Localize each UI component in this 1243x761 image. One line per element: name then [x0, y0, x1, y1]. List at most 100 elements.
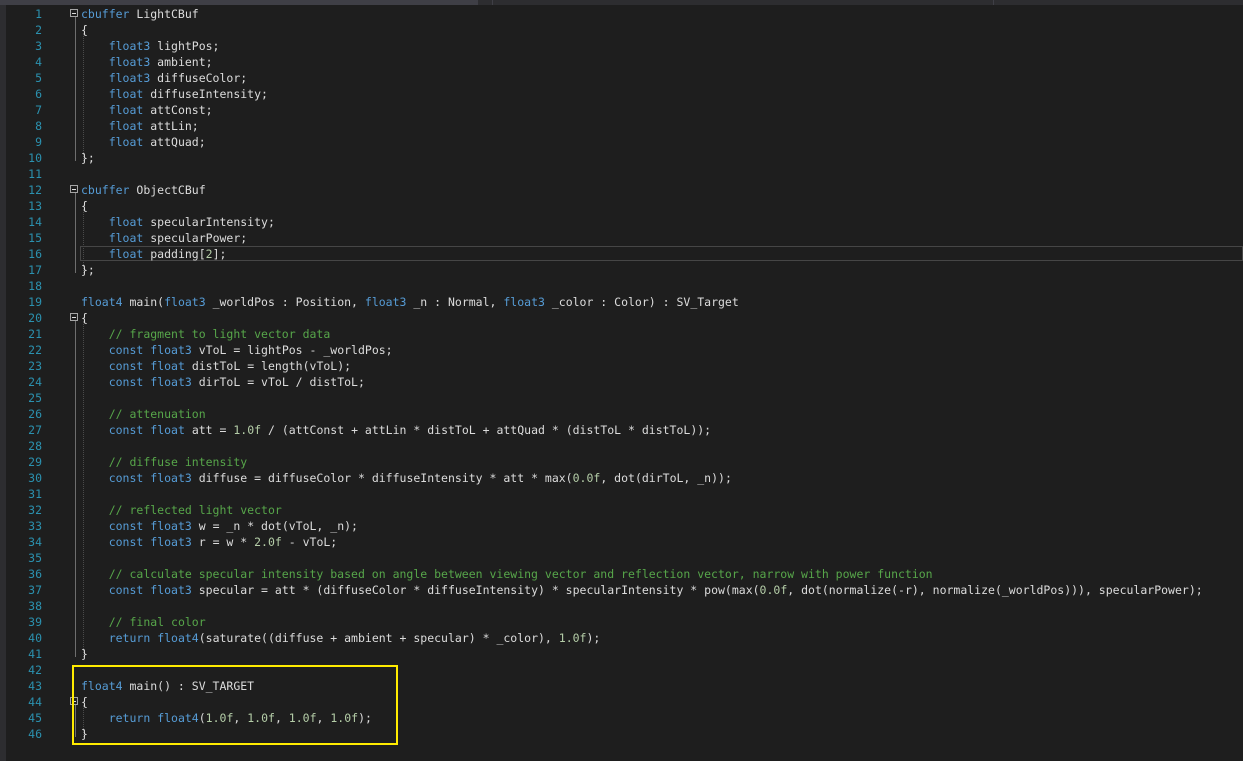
keyword-token: const — [108, 535, 144, 549]
keyword-token: float3 — [503, 295, 545, 309]
code-line[interactable]: 25 — [6, 390, 1243, 406]
number-token: 2.0f — [254, 535, 282, 549]
code-line[interactable]: 15 float specularPower; — [6, 230, 1243, 246]
code-text: // fragment to light vector data — [81, 326, 331, 342]
code-line[interactable]: 29 // diffuse intensity — [6, 454, 1243, 470]
tab-other-file[interactable] — [492, 0, 994, 5]
text-token: ]; — [212, 247, 227, 261]
keyword-token: float — [150, 423, 185, 437]
keyword-token: float — [150, 359, 185, 373]
code-text: const float3 specular = att * (diffuseCo… — [81, 582, 1203, 598]
code-line[interactable]: 14 float specularIntensity; — [6, 214, 1243, 230]
text-token: att = — [184, 423, 234, 437]
line-number: 14 — [28, 215, 42, 229]
keyword-token: float3 — [150, 535, 192, 549]
line-number: 38 — [28, 599, 42, 613]
code-line[interactable]: 10}; — [6, 150, 1243, 166]
collapse-icon[interactable] — [70, 9, 78, 17]
code-line[interactable]: 22 const float3 vToL = lightPos - _world… — [6, 342, 1243, 358]
collapse-icon[interactable] — [70, 185, 78, 193]
line-number: 32 — [28, 503, 42, 517]
code-line[interactable]: 3 float3 lightPos; — [6, 38, 1243, 54]
code-line[interactable]: 33 const float3 w = _n * dot(vToL, _n); — [6, 518, 1243, 534]
line-number: 27 — [28, 423, 42, 437]
code-line[interactable]: 30 const float3 diffuse = diffuseColor *… — [6, 470, 1243, 486]
code-text: const float att = 1.0f / (attConst + att… — [81, 422, 711, 438]
line-number: 4 — [35, 55, 42, 69]
comment-token: // diffuse intensity — [108, 455, 248, 469]
code-line[interactable]: 35 — [6, 550, 1243, 566]
code-text: // reflected light vector — [81, 502, 282, 518]
keyword-token: float — [108, 119, 144, 133]
code-text: // calculate specular intensity based on… — [81, 566, 933, 582]
code-line[interactable]: 11 — [6, 166, 1243, 182]
code-line[interactable]: 27 const float att = 1.0f / (attConst + … — [6, 422, 1243, 438]
code-line[interactable]: 28 — [6, 438, 1243, 454]
code-line[interactable]: 40 return float4(saturate((diffuse + amb… — [6, 630, 1243, 646]
code-line[interactable]: 9 float attQuad; — [6, 134, 1243, 150]
tab-bar — [0, 0, 1243, 5]
code-line[interactable]: 41} — [6, 646, 1243, 662]
code-line[interactable]: 38 — [6, 598, 1243, 614]
code-line[interactable]: 39 // final color — [6, 614, 1243, 630]
code-line[interactable]: 17}; — [6, 262, 1243, 278]
comment-token: // attenuation — [108, 407, 206, 421]
code-text: cbuffer LightCBuf — [81, 6, 199, 22]
line-number: 46 — [28, 727, 42, 741]
code-line[interactable]: 20 { — [6, 310, 1243, 326]
keyword-token: const — [108, 519, 144, 533]
code-line[interactable]: 5 float3 diffuseColor; — [6, 70, 1243, 86]
code-line[interactable]: 32 // reflected light vector — [6, 502, 1243, 518]
code-line[interactable]: 23 const float distToL = length(vToL); — [6, 358, 1243, 374]
code-line[interactable]: 6 float diffuseIntensity; — [6, 86, 1243, 102]
code-line[interactable]: 24 const float3 dirToL = vToL / distToL; — [6, 374, 1243, 390]
line-number: 37 — [28, 583, 42, 597]
line-number: 40 — [28, 631, 42, 645]
code-line[interactable]: 18 — [6, 278, 1243, 294]
code-line[interactable]: 4 float3 ambient; — [6, 54, 1243, 70]
code-line[interactable]: 1 cbuffer LightCBuf — [6, 6, 1243, 22]
code-text: float attQuad; — [81, 134, 206, 150]
code-line[interactable]: 2{ — [6, 22, 1243, 38]
text-token: diffuseIntensity; — [143, 87, 268, 101]
text-token: w = _n * dot(vToL, _n); — [191, 519, 358, 533]
keyword-token: float — [108, 247, 144, 261]
code-text: float3 ambient; — [81, 54, 213, 70]
code-line[interactable]: 21 // fragment to light vector data — [6, 326, 1243, 342]
code-text: float3 diffuseColor; — [81, 70, 247, 86]
code-line[interactable]: 7 float attConst; — [6, 102, 1243, 118]
keyword-token: const — [108, 583, 144, 597]
text-token: vToL = lightPos - _worldPos; — [191, 343, 393, 357]
line-number: 8 — [35, 119, 42, 133]
keyword-token: float4 — [81, 295, 123, 309]
code-text: { — [81, 310, 88, 326]
tab-active-file[interactable] — [0, 0, 478, 5]
code-line[interactable]: 31 — [6, 486, 1243, 502]
collapse-icon[interactable] — [70, 313, 78, 321]
code-line[interactable]: 8 float attLin; — [6, 118, 1243, 134]
code-line[interactable]: 37 const float3 specular = att * (diffus… — [6, 582, 1243, 598]
code-editor[interactable]: 1 cbuffer LightCBuf 2{3 float3 lightPos; 4 … — [6, 6, 1243, 761]
code-line[interactable]: 12 cbuffer ObjectCBuf — [6, 182, 1243, 198]
code-line[interactable]: 36 // calculate specular intensity based… — [6, 566, 1243, 582]
text-token: LightCBuf — [129, 7, 199, 21]
code-line[interactable]: 13 { — [6, 198, 1243, 214]
code-text: const float3 dirToL = vToL / distToL; — [81, 374, 365, 390]
line-number: 19 — [28, 295, 42, 309]
keyword-token: float3 — [108, 71, 151, 85]
code-line[interactable]: 16 float padding[2]; — [6, 246, 1243, 262]
line-number: 21 — [28, 327, 42, 341]
code-line[interactable]: 19 float4 main(float3 _worldPos : Positio… — [6, 294, 1243, 310]
code-line[interactable]: 26 // attenuation — [6, 406, 1243, 422]
comment-token: // reflected light vector — [108, 503, 282, 517]
line-number: 1 — [35, 7, 42, 21]
code-line[interactable]: 34 const float3 r = w * 2.0f - vToL; — [6, 534, 1243, 550]
